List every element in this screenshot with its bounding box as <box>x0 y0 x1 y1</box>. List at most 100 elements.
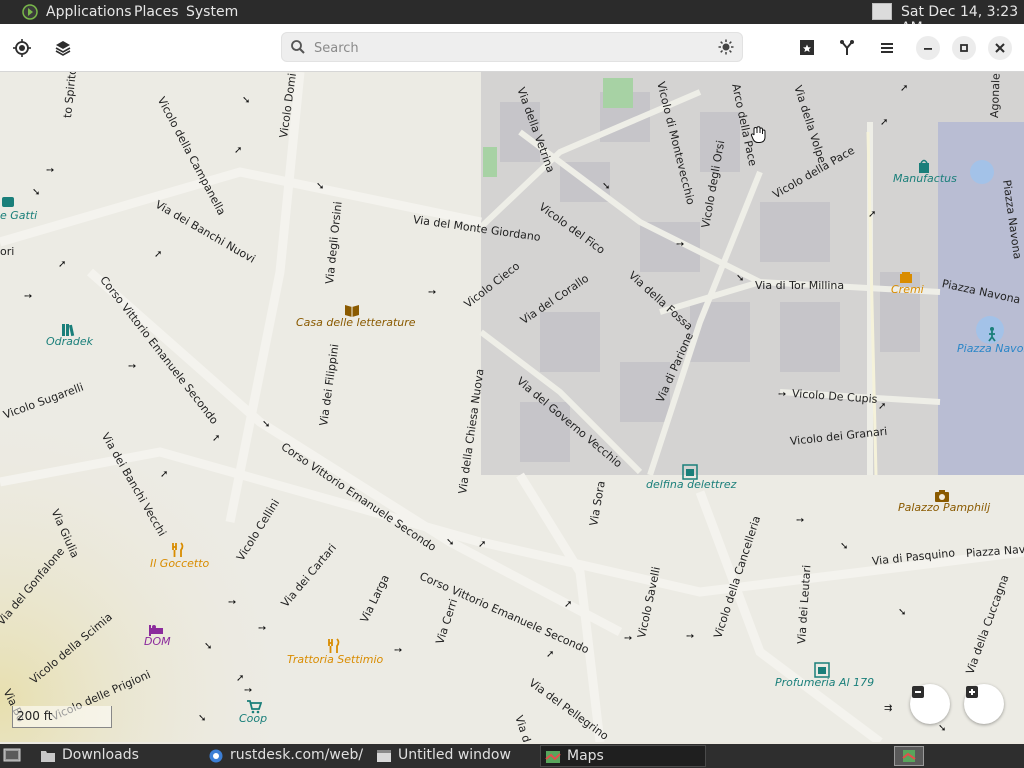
close-icon <box>995 43 1005 53</box>
poi-label[interactable]: Odradek <box>46 336 93 348</box>
oneway-arrow-icon: ➘ <box>204 641 213 652</box>
poi-label[interactable]: e Gatti <box>0 210 37 222</box>
header-bar <box>0 24 1024 72</box>
taskbar: Downloads rustdesk.com/web/ ... Untitled… <box>0 744 1024 768</box>
applications-menu[interactable]: Applications <box>46 4 132 20</box>
poi-label[interactable]: Coop <box>239 713 267 725</box>
pedestrian-icon[interactable] <box>984 326 1000 342</box>
poi-label[interactable]: Trattoria Settimio <box>287 654 383 666</box>
poi-label[interactable]: Cremi <box>891 284 924 296</box>
oneway-arrow-icon: ➙ <box>228 597 237 608</box>
poi-label[interactable]: Piazza Navona <box>957 343 1024 355</box>
task-untitled-window[interactable]: Untitled window <box>372 745 536 767</box>
places-bookmarks-icon[interactable] <box>795 36 819 60</box>
folder-icon <box>41 751 55 762</box>
maps-icon <box>545 751 561 763</box>
oneway-arrow-icon: ➘ <box>938 723 947 734</box>
poi-label[interactable]: DOM <box>144 636 171 648</box>
zoom-in-icon <box>966 686 978 698</box>
maximize-icon <box>960 44 968 52</box>
oneway-arrow-icon: ➘ <box>736 273 745 284</box>
oneway-arrow-icon: ➙ <box>24 291 33 302</box>
restaurant-icon[interactable] <box>326 638 342 654</box>
poi-label[interactable]: delfina delettrez <box>646 479 736 491</box>
task-label: Downloads <box>62 747 139 763</box>
poi-label[interactable]: Profumeria Al 179 <box>775 677 874 689</box>
minimize-icon <box>924 48 932 50</box>
show-desktop-icon[interactable] <box>3 748 21 764</box>
poi-label[interactable]: Palazzo Pamphilj <box>898 502 990 514</box>
street-label: ori <box>0 245 15 258</box>
zoom-out-button[interactable] <box>910 684 950 724</box>
oneway-arrow-icon: ➚ <box>478 539 487 550</box>
oneway-arrow-icon: ➙ <box>46 165 55 176</box>
oneway-arrow-icon: ➚ <box>880 117 889 128</box>
shop-icon[interactable] <box>0 194 16 210</box>
poi-label[interactable]: Casa delle letterature <box>296 317 416 329</box>
oneway-arrow-icon: ➙ <box>686 631 695 642</box>
map-view[interactable]: Via del Monte Giordano Vicolo del Fico V… <box>0 72 1024 742</box>
task-label: Untitled window <box>398 747 511 763</box>
oneway-arrow-icon: ➙ <box>428 287 437 298</box>
bar-icon[interactable] <box>170 542 186 558</box>
screen-icon <box>872 3 892 20</box>
oneway-arrow-icon: ➚ <box>154 249 163 260</box>
task-label: rustdesk.com/web/ ... <box>230 747 368 763</box>
oneway-arrow-icon: ➘ <box>316 181 325 192</box>
oneway-arrow-icon: ➚ <box>564 599 573 610</box>
oneway-arrow-icon: ➘ <box>840 541 849 552</box>
locate-icon[interactable] <box>10 36 34 60</box>
search-field[interactable] <box>281 32 743 62</box>
layers-icon[interactable] <box>51 36 75 60</box>
gnome-foot-icon[interactable] <box>22 4 38 20</box>
hand-cursor-icon <box>750 126 766 143</box>
task-browser[interactable]: rustdesk.com/web/ ... <box>204 745 368 767</box>
oneway-arrow-icon: ➘ <box>898 607 907 618</box>
oneway-arrow-icon: ➙ <box>778 389 787 400</box>
street-label: Via di Tor Millina <box>755 279 845 292</box>
search-icon <box>291 40 305 54</box>
poi-label[interactable]: Manufactus <box>893 173 957 185</box>
oneway-arrow-icon: ➙ <box>244 685 253 696</box>
oneway-arrow-icon: ➚ <box>58 259 67 270</box>
system-menu[interactable]: System <box>186 4 238 20</box>
oneway-arrow-icon: ➙ <box>258 623 267 634</box>
task-maps[interactable]: Maps <box>540 745 706 767</box>
oneway-arrow-icon: ➚ <box>236 673 245 684</box>
oneway-arrow-icon: ➙ <box>796 515 805 526</box>
search-input[interactable] <box>312 37 716 59</box>
scale-bar: 200 ft <box>12 706 112 728</box>
route-icon[interactable] <box>835 36 859 60</box>
oneway-arrow-icon: ➚ <box>868 209 877 220</box>
oneway-arrow-icon: ⇉ <box>884 703 893 714</box>
window-icon <box>377 750 391 762</box>
oneway-arrow-icon: ➚ <box>212 433 221 444</box>
daynight-icon[interactable] <box>718 39 734 55</box>
task-downloads[interactable]: Downloads <box>36 745 196 767</box>
oneway-arrow-icon: ➙ <box>624 633 633 644</box>
zoom-out-icon <box>912 686 924 698</box>
task-label: Maps <box>567 748 604 764</box>
oneway-arrow-icon: ➘ <box>242 95 251 106</box>
menu-icon[interactable] <box>875 36 899 60</box>
oneway-arrow-icon: ➚ <box>546 649 555 660</box>
minimize-button[interactable] <box>916 36 940 60</box>
street-label: Agonale <box>988 73 1003 119</box>
places-menu[interactable]: Places <box>134 4 179 20</box>
oneway-arrow-icon: ➙ <box>676 239 685 250</box>
close-button[interactable] <box>988 36 1012 60</box>
oneway-arrow-icon: ➘ <box>262 419 271 430</box>
top-panel: Applications Places System Sat Dec 14, 3… <box>0 0 1024 36</box>
oneway-arrow-icon: ➘ <box>446 537 455 548</box>
workspace-switcher-icon[interactable] <box>894 746 924 766</box>
maximize-button[interactable] <box>952 36 976 60</box>
oneway-arrow-icon: ➘ <box>32 187 41 198</box>
oneway-arrow-icon: ➚ <box>160 469 169 480</box>
oneway-arrow-icon: ➚ <box>878 401 887 412</box>
oneway-arrow-icon: ➙ <box>394 645 403 656</box>
zoom-in-button[interactable] <box>964 684 1004 724</box>
oneway-arrow-icon: ➙ <box>128 361 137 372</box>
oneway-arrow-icon: ➚ <box>900 83 909 94</box>
poi-label[interactable]: Il Goccetto <box>150 558 209 570</box>
oneway-arrow-icon: ➚ <box>234 145 243 156</box>
